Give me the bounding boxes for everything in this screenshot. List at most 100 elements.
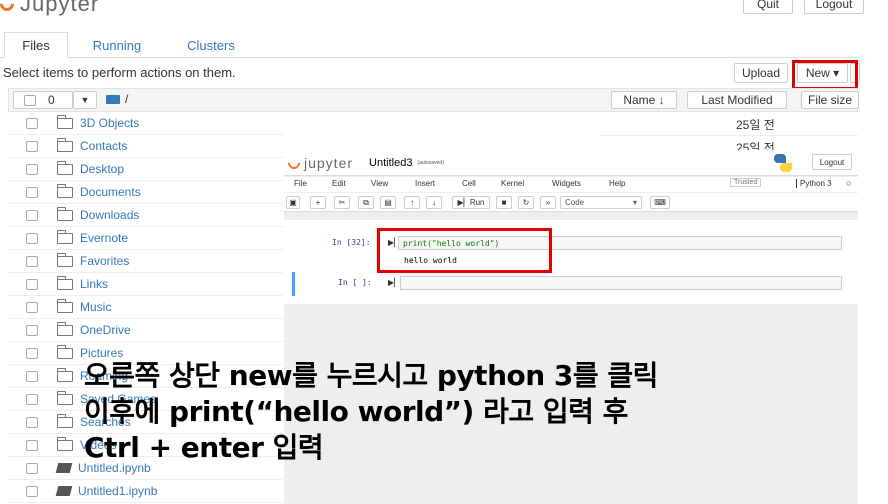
jupyter-logo-text: Jupyter <box>20 0 100 16</box>
menu-cell[interactable]: Cell <box>462 179 476 188</box>
row-checkbox[interactable] <box>26 370 38 382</box>
file-name[interactable]: Documents <box>80 185 141 199</box>
notebook-toolbar: ▣ + ✂ ⧉ ▤ ↑ ↓ ▶▏ Run ■ ↻ » Code ▾ ⌨ <box>284 193 858 212</box>
kernel-name: Python 3 <box>796 179 832 188</box>
new-button-highlight <box>792 60 858 90</box>
restart-icon[interactable]: ↻ <box>518 196 534 209</box>
file-name[interactable]: Favorites <box>80 254 129 268</box>
jupyter-logo[interactable]: Jupyter <box>0 0 100 16</box>
add-cell-icon[interactable]: + <box>310 196 326 209</box>
row-checkbox[interactable] <box>26 232 38 244</box>
copy-icon[interactable]: ⧉ <box>358 196 374 209</box>
sort-by-name-button[interactable]: Name ↓ <box>611 91 677 109</box>
row-divider <box>600 135 858 136</box>
stop-icon[interactable]: ■ <box>496 196 512 209</box>
file-name[interactable]: Desktop <box>80 162 124 176</box>
select-all-checkbox[interactable] <box>24 94 36 106</box>
file-name[interactable]: Untitled1.ipynb <box>78 484 157 498</box>
row-checkbox[interactable] <box>26 301 38 313</box>
file-row[interactable]: Documents <box>8 181 283 204</box>
cut-icon[interactable]: ✂ <box>334 196 350 209</box>
menu-insert[interactable]: Insert <box>415 179 435 188</box>
select-dropdown-caret-icon[interactable]: ▼ <box>73 91 97 109</box>
move-up-icon[interactable]: ↑ <box>404 196 420 209</box>
row-checkbox[interactable] <box>26 347 38 359</box>
file-row[interactable]: Desktop <box>8 158 283 181</box>
move-down-icon[interactable]: ↓ <box>426 196 442 209</box>
file-row[interactable]: Untitled1.ipynb <box>8 480 283 503</box>
annotation-line-3: Ctrl + enter 입력 <box>84 431 324 464</box>
header-divider <box>284 175 858 176</box>
row-checkbox[interactable] <box>26 485 38 497</box>
row-checkbox[interactable] <box>26 117 38 129</box>
breadcrumb-root[interactable]: / <box>125 92 128 106</box>
file-name[interactable]: Music <box>80 300 111 314</box>
folder-icon <box>57 137 73 152</box>
trusted-badge[interactable]: Trusted <box>730 178 762 187</box>
tab-clusters[interactable]: Clusters <box>172 32 250 58</box>
row-checkbox[interactable] <box>26 209 38 221</box>
menu-kernel[interactable]: Kernel <box>501 179 524 188</box>
file-name[interactable]: Links <box>80 277 108 291</box>
notebook-logout-button[interactable]: Logout <box>812 154 852 170</box>
menu-help[interactable]: Help <box>609 179 625 188</box>
row-checkbox[interactable] <box>26 439 38 451</box>
file-row[interactable]: Evernote <box>8 227 283 250</box>
python-logo-icon <box>774 154 792 172</box>
row-checkbox[interactable] <box>26 278 38 290</box>
folder-icon <box>57 206 73 221</box>
row-checkbox[interactable] <box>26 163 38 175</box>
file-row[interactable]: Music <box>8 296 283 319</box>
file-row[interactable]: Downloads <box>8 204 283 227</box>
save-icon[interactable]: ▣ <box>286 196 300 209</box>
folder-root-icon[interactable] <box>106 95 120 104</box>
sort-by-modified-button[interactable]: Last Modified <box>687 91 787 109</box>
folder-icon <box>57 114 73 129</box>
file-name[interactable]: 3D Objects <box>80 116 139 130</box>
file-row[interactable]: 3D Objects <box>8 112 283 135</box>
file-row[interactable]: OneDrive <box>8 319 283 342</box>
row-checkbox[interactable] <box>26 462 38 474</box>
menu-widgets[interactable]: Widgets <box>552 179 581 188</box>
cell2-code-input[interactable] <box>400 276 842 290</box>
keyboard-icon[interactable]: ⌨ <box>650 196 670 209</box>
folder-icon <box>57 344 73 359</box>
row-checkbox[interactable] <box>26 186 38 198</box>
row-checkbox[interactable] <box>26 140 38 152</box>
kernel-status-icon: ○ <box>846 178 852 188</box>
menu-file[interactable]: File <box>294 179 307 188</box>
tab-running[interactable]: Running <box>80 32 154 58</box>
row-checkbox[interactable] <box>26 416 38 428</box>
menu-edit[interactable]: Edit <box>332 179 346 188</box>
file-name[interactable]: Pictures <box>80 346 123 360</box>
file-name[interactable]: OneDrive <box>80 323 131 337</box>
notebook-title[interactable]: Untitled3 <box>369 157 412 169</box>
run-label: Run <box>469 198 485 207</box>
notebook-header: jupyter Untitled3 (autosaved) Logout <box>284 150 858 175</box>
cell-highlight <box>377 228 552 273</box>
row-checkbox[interactable] <box>26 393 38 405</box>
run-button[interactable]: ▶▏ Run <box>452 196 490 209</box>
row-checkbox[interactable] <box>26 255 38 267</box>
file-row[interactable]: Favorites <box>8 250 283 273</box>
file-row[interactable]: Contacts <box>8 135 283 158</box>
quit-button[interactable]: Quit <box>743 0 793 14</box>
folder-icon <box>57 229 73 244</box>
notebook-icon <box>55 463 73 473</box>
menu-view[interactable]: View <box>371 179 388 188</box>
logout-button[interactable]: Logout <box>804 0 864 14</box>
row-checkbox[interactable] <box>26 324 38 336</box>
cell-type-select[interactable]: Code ▾ <box>560 196 642 209</box>
upload-button[interactable]: Upload <box>734 63 788 83</box>
sort-by-size-button[interactable]: File size <box>801 91 859 109</box>
fast-forward-icon[interactable]: » <box>540 196 556 209</box>
folder-icon <box>57 413 73 428</box>
file-name[interactable]: Contacts <box>80 139 127 153</box>
notebook-logo-text[interactable]: jupyter <box>304 155 353 171</box>
file-row[interactable]: Links <box>8 273 283 296</box>
tab-files[interactable]: Files <box>4 32 68 58</box>
select-all-button[interactable]: 0 <box>13 91 73 109</box>
paste-icon[interactable]: ▤ <box>380 196 396 209</box>
file-name[interactable]: Evernote <box>80 231 128 245</box>
file-name[interactable]: Downloads <box>80 208 139 222</box>
